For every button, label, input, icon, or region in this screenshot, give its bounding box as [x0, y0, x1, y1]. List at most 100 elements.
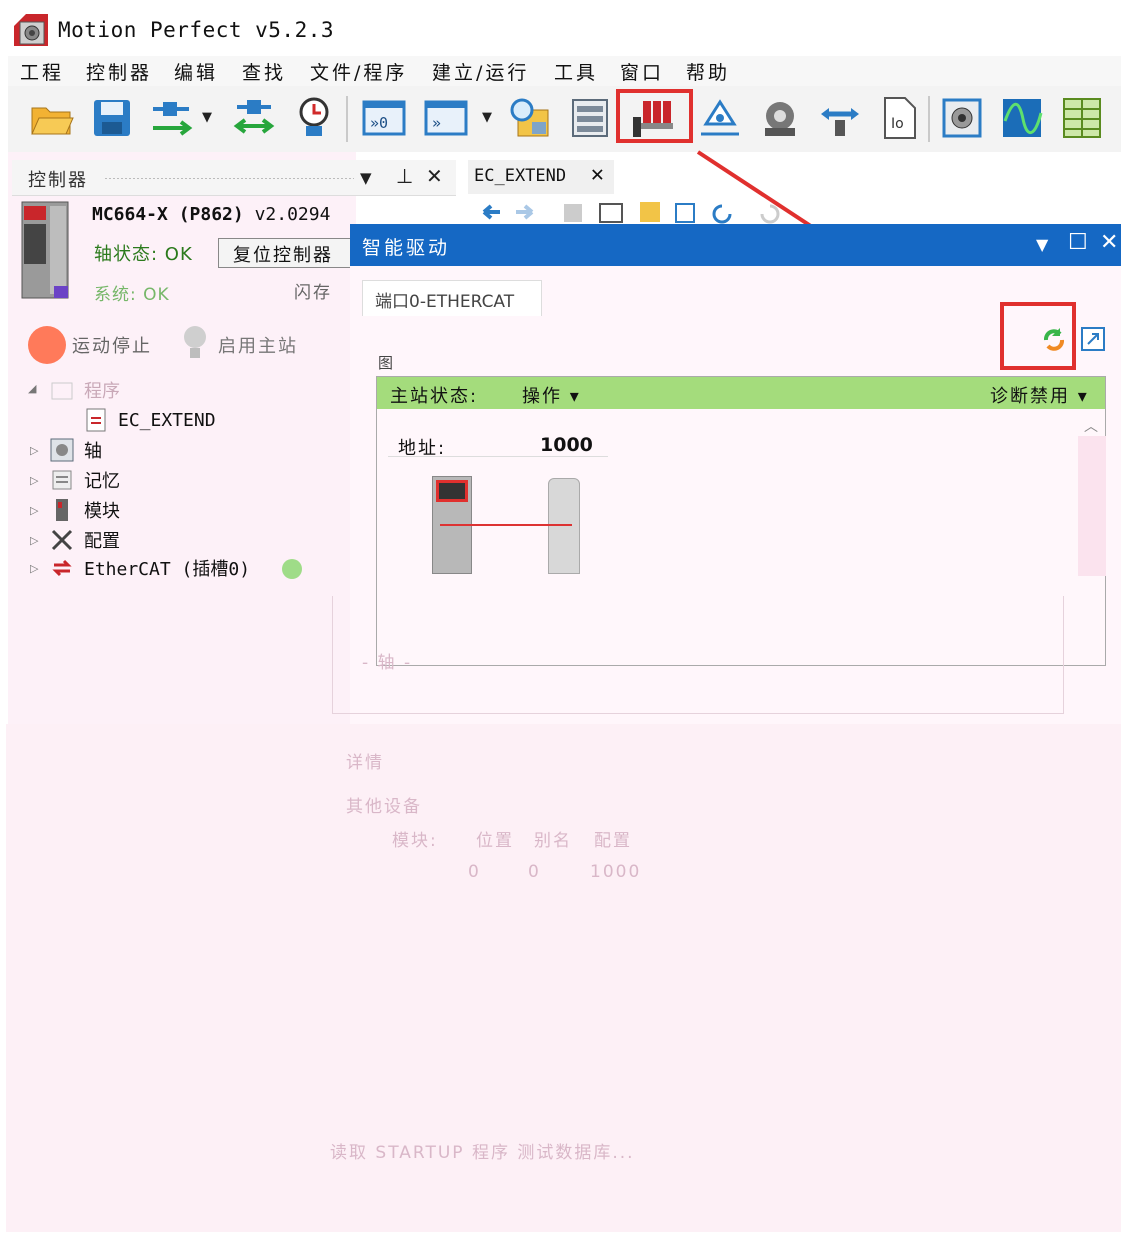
table-header-config: 配置: [594, 831, 632, 851]
table-header-alias: 别名: [534, 831, 572, 851]
motion-stop-button[interactable]: 运动停止: [72, 332, 152, 358]
terminal-dropdown-arrow-icon[interactable]: ▼: [482, 110, 492, 125]
tree-item-programs[interactable]: 程序: [50, 376, 120, 404]
svg-text:Io: Io: [891, 116, 904, 132]
scroll-up-icon[interactable]: ︿: [1084, 416, 1098, 436]
tree-item-label: 配置: [84, 531, 120, 552]
scope-icon[interactable]: [998, 94, 1046, 142]
lower-frame: [332, 596, 1064, 714]
axis-section-label: - 轴 -: [362, 653, 413, 673]
tree-item-axis[interactable]: 轴: [50, 436, 102, 464]
connect-dropdown-icon[interactable]: ▼: [202, 110, 212, 125]
tree-item-ethercat[interactable]: EtherCAT (插槽0): [50, 554, 250, 582]
menu-file-program[interactable]: 文件/程序: [310, 58, 407, 85]
table-cell-alias: 0: [528, 862, 541, 882]
menu-tools[interactable]: 工具: [554, 58, 598, 85]
tree-item-label: EC_EXTEND: [118, 409, 216, 431]
axis-params-icon[interactable]: [938, 94, 986, 142]
slave-drive-icon[interactable]: [548, 478, 580, 574]
tab-label: 端口0-ETHERCAT: [375, 292, 515, 312]
other-devices-label: 其他设备: [346, 797, 422, 817]
address-divider: [388, 456, 608, 457]
program-icon: [84, 408, 108, 432]
menu-window[interactable]: 窗口: [620, 58, 664, 85]
folder-open-icon[interactable]: [28, 94, 76, 142]
tree-item-label: EtherCAT (插槽0): [84, 559, 251, 580]
expand-icon[interactable]: [1080, 326, 1106, 352]
terminal-icon[interactable]: »0: [360, 94, 408, 142]
toolbar-separator: [928, 96, 930, 142]
clock-icon[interactable]: [290, 94, 338, 142]
tree-expand-icon[interactable]: ◢: [28, 382, 36, 395]
tab-ec-extend[interactable]: EC_EXTEND ✕: [468, 160, 614, 194]
connect-icon[interactable]: [148, 94, 196, 142]
intelligent-drives-highlight: [616, 89, 693, 143]
file-icon[interactable]: Io: [876, 94, 924, 142]
tree-collapse-icon[interactable]: ▷: [30, 444, 38, 457]
axis-icon: [50, 438, 74, 462]
tree-item-module[interactable]: 模块: [50, 496, 120, 524]
memory-icon: [50, 468, 74, 492]
tab-graph[interactable]: 图: [378, 352, 393, 373]
tab-port0-ethercat[interactable]: 端口0-ETHERCAT: [362, 280, 542, 316]
tab-close-icon[interactable]: ✕: [591, 162, 604, 187]
reset-controller-button[interactable]: 复位控制器: [218, 238, 352, 268]
master-state-dropdown[interactable]: 操作 ▾: [522, 382, 581, 408]
ethercat-link: [440, 524, 572, 526]
window-dropdown-icon[interactable]: ▼: [1036, 235, 1048, 254]
details-label: 详情: [346, 753, 384, 773]
folder-icon: [50, 378, 74, 402]
pin-icon[interactable]: ⊥: [396, 164, 413, 188]
tree-item-label: 记忆: [84, 471, 120, 492]
axis-status: 轴状态: OK: [94, 244, 193, 265]
bulb-icon[interactable]: [182, 324, 208, 364]
panel-menu-dropdown-icon[interactable]: ▼: [360, 169, 372, 187]
tree-item-label: 程序: [84, 381, 120, 402]
menu-help[interactable]: 帮助: [686, 58, 730, 85]
search-icon[interactable]: [506, 94, 554, 142]
axis-icon[interactable]: [696, 94, 744, 142]
flash-label: 闪存: [294, 283, 332, 303]
memory-icon[interactable]: [566, 94, 614, 142]
tree-item-ec-extend[interactable]: EC_EXTEND: [84, 406, 216, 434]
panel-grip: [104, 177, 354, 180]
tree-item-config[interactable]: 配置: [50, 526, 120, 554]
stop-hand-icon[interactable]: [28, 326, 66, 364]
menu-build-run[interactable]: 建立/运行: [432, 58, 529, 85]
app-logo-icon: [14, 14, 48, 46]
refresh-icon[interactable]: [1040, 326, 1068, 354]
diagnostics-dropdown[interactable]: 诊断禁用 ▾: [990, 382, 1089, 408]
app-title: Motion Perfect v5.2.3: [58, 18, 335, 42]
scrollbar[interactable]: [1078, 436, 1106, 576]
tree-collapse-icon[interactable]: ▷: [30, 504, 38, 517]
disconnect-icon[interactable]: [230, 94, 278, 142]
tree-collapse-icon[interactable]: ▷: [30, 474, 38, 487]
table-cell-config: 1000: [590, 862, 642, 882]
tab-label: EC_EXTEND: [474, 166, 567, 186]
svg-text:»0: »0: [370, 114, 388, 132]
save-icon[interactable]: [88, 94, 136, 142]
enable-master-button[interactable]: 启用主站: [218, 332, 298, 358]
controller-panel-header: 控制器 ▼ ⊥ ✕: [12, 160, 456, 196]
motion-icon[interactable]: [816, 94, 864, 142]
table-header-position: 位置: [476, 831, 514, 851]
smart-drive-titlebar: [350, 224, 1121, 266]
menu-find[interactable]: 查找: [242, 58, 286, 85]
tree-item-label: 轴: [84, 441, 102, 462]
tools-icon: [50, 528, 74, 552]
menu-project[interactable]: 工程: [20, 58, 64, 85]
menu-edit[interactable]: 编辑: [174, 58, 218, 85]
robot-icon[interactable]: [756, 94, 804, 142]
window-close-icon[interactable]: ✕: [1100, 230, 1118, 255]
table-header-module: 模块:: [392, 831, 438, 851]
tree-collapse-icon[interactable]: ▷: [30, 562, 38, 575]
master-state-label: 主站状态:: [390, 386, 479, 407]
maximize-icon[interactable]: ☐: [1068, 230, 1088, 255]
ethercat-icon: [50, 556, 74, 580]
tree-collapse-icon[interactable]: ▷: [30, 534, 38, 547]
panel-close-icon[interactable]: ✕: [426, 164, 443, 188]
menu-controller[interactable]: 控制器: [86, 58, 152, 85]
tree-item-memory[interactable]: 记忆: [50, 466, 120, 494]
terminal-dropdown-icon[interactable]: »: [422, 94, 470, 142]
table-icon[interactable]: [1058, 94, 1106, 142]
